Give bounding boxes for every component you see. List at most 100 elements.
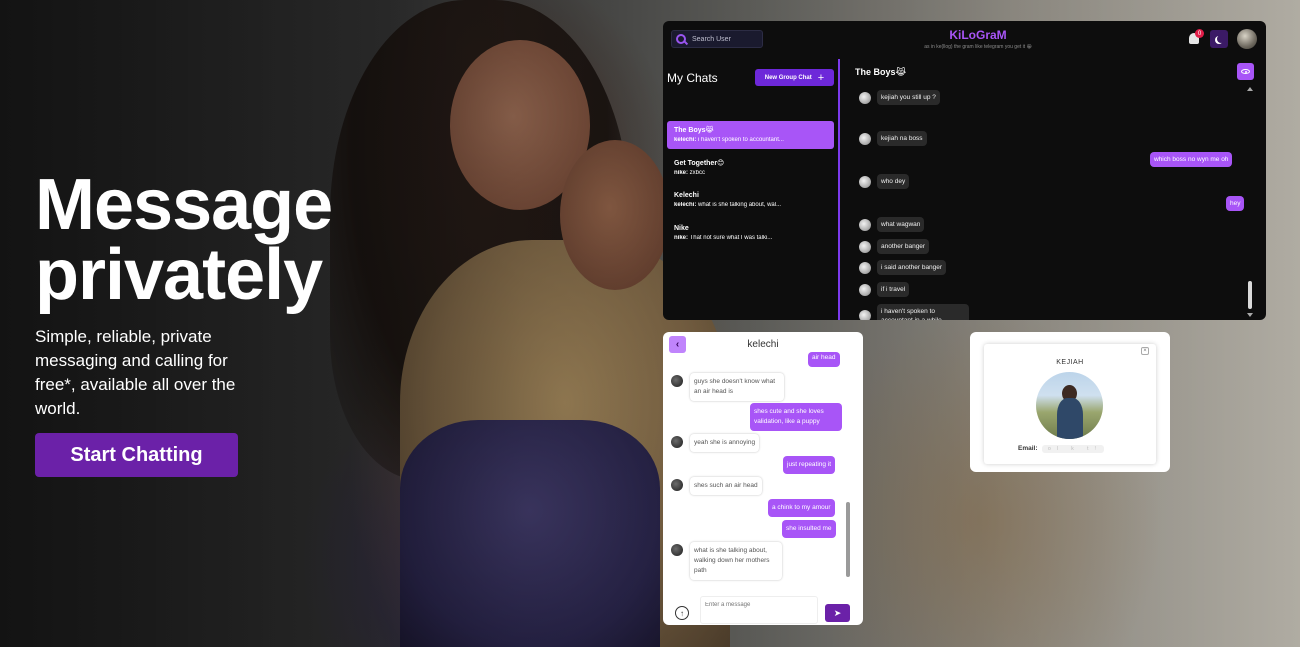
message-bubble: kejiah you still up ? [859, 90, 940, 105]
message-text: i haven't spoken to accountant in a whil… [877, 304, 969, 320]
profile-avatar [1036, 372, 1103, 439]
chat-item-last-message: nike: zxbcc [674, 170, 827, 176]
avatar [859, 218, 871, 231]
message-text: shes cute and she loves validation, like… [750, 403, 842, 431]
chat-item-sender: kelechi: [674, 137, 697, 143]
message-text: what is she talking about, walking down … [690, 542, 782, 580]
chat-item-name: Get Together😊 [674, 160, 725, 167]
message-bubble: what is she talking about, walking down … [671, 542, 782, 580]
message-bubble: another banger [859, 239, 930, 254]
brand: KiLoGraM as in ke(llog) the gram like te… [893, 28, 1063, 50]
message-bubble: i said another banger [859, 260, 947, 275]
message-bubble: kejiah na boss [859, 131, 927, 146]
message-text: shes such an air head [690, 477, 762, 495]
message-text: if i travel [877, 282, 910, 297]
message-text: i said another banger [877, 260, 947, 275]
message-bubble: just repeating it [783, 456, 836, 474]
message-text: kejiah na boss [877, 131, 927, 146]
message-text: hey [1226, 196, 1245, 211]
avatar [671, 544, 683, 556]
pane-divider [838, 59, 840, 320]
chat-item-the-boys[interactable]: The Boys😹 kelechi: i haven't spoken to a… [667, 121, 834, 149]
notification-badge: 0 [1195, 29, 1204, 38]
avatar [859, 283, 871, 296]
chat-item-sender: kelechi: [674, 202, 697, 208]
chat-item-preview: what is she talking about, wal... [696, 202, 782, 208]
avatar [671, 375, 683, 387]
message-bubble: hey [1226, 196, 1245, 211]
message-text: guys she doesn't know what an air head i… [690, 373, 784, 401]
new-group-chat-button[interactable]: New Group Chat + [755, 69, 834, 86]
avatar[interactable] [1237, 29, 1257, 49]
hero-title-line2: privately [35, 235, 323, 315]
brand-name: KiLoGraM [949, 28, 1007, 42]
message-bubble: a chink to my amour [768, 499, 835, 517]
chat-item-last-message: kelechi: i haven't spoken to accountant.… [674, 137, 827, 143]
message-bubble: guys she doesn't know what an air head i… [671, 373, 784, 401]
message-bubble: yeah she is annoying [671, 434, 760, 452]
send-icon[interactable]: ➤ [825, 604, 850, 622]
message-bubble: if i travel [859, 282, 910, 297]
start-chatting-button[interactable]: Start Chatting [35, 433, 238, 477]
app-header: Search User KiLoGraM as in ke(llog) the … [663, 21, 1266, 59]
message-text: which boss no wyn me oh [1150, 152, 1233, 167]
message-input[interactable] [700, 596, 818, 624]
profile-modal: × KEJIAH Email: ol k t! [984, 344, 1156, 464]
scroll-down-icon [1247, 313, 1253, 317]
mobile-chat-preview: kelechi ‹ air head guys she doesn't know… [663, 332, 863, 625]
hero-title-line1: Message [35, 165, 333, 245]
profile-name: KEJIAH [1056, 359, 1084, 366]
message-bubble: she insulted me [782, 520, 836, 538]
message-text: kejiah you still up ? [877, 90, 940, 105]
message-composer: ↑ ➤ [663, 594, 863, 625]
scrollbar-thumb[interactable] [1248, 281, 1252, 309]
hero-title: Message privately [35, 165, 333, 315]
room-title: The Boys😹 [855, 67, 907, 77]
avatar [859, 261, 871, 274]
scroll-up-icon [1247, 87, 1253, 91]
close-icon[interactable]: × [1141, 347, 1149, 355]
message-text: she insulted me [782, 520, 836, 538]
search-user-input[interactable]: Search User [671, 30, 763, 48]
avatar [859, 240, 871, 253]
back-arrow-icon[interactable]: ‹ [669, 336, 686, 353]
avatar [671, 479, 683, 491]
avatar [859, 310, 871, 320]
chat-item-preview: zxbcc [688, 170, 706, 176]
avatar [671, 436, 683, 448]
chat-item-sender: nike: [674, 235, 689, 241]
mobile-messages-scrollbar[interactable] [846, 357, 850, 582]
scrollbar-thumb[interactable] [846, 502, 850, 577]
message-text: another banger [877, 239, 930, 254]
desktop-app-preview: Search User KiLoGraM as in ke(llog) the … [663, 21, 1266, 320]
chat-item-name: The Boys😹 [674, 127, 714, 134]
chat-item-get-together[interactable]: Get Together😊 nike: zxbcc [667, 154, 834, 182]
profile-card-preview: × KEJIAH Email: ol k t! [970, 332, 1170, 472]
chat-item-kelechi[interactable]: Kelechi kelechi: what is she talking abo… [667, 187, 834, 215]
search-placeholder: Search User [692, 35, 731, 43]
dark-mode-toggle[interactable] [1210, 30, 1228, 48]
chat-list-pane: My Chats New Group Chat + The Boys😹 kele… [663, 59, 839, 320]
avatar [859, 175, 871, 188]
profile-email-value: ol k t! [1042, 445, 1104, 453]
eye-icon [1241, 69, 1250, 74]
avatar [859, 132, 871, 145]
plus-icon: + [817, 71, 825, 84]
message-text: air head [808, 352, 840, 367]
message-bubble: shes cute and she loves validation, like… [750, 403, 842, 431]
message-bubble: which boss no wyn me oh [1150, 152, 1233, 167]
chat-item-sender: nike: [674, 170, 689, 176]
view-profile-button[interactable] [1237, 63, 1254, 80]
message-bubble: what wagwan [859, 217, 925, 232]
chat-item-preview: That not sure what I was talki... [688, 235, 773, 241]
messages-scrollbar[interactable] [1247, 87, 1253, 317]
upload-icon[interactable]: ↑ [675, 606, 689, 620]
message-text: yeah she is annoying [690, 434, 760, 452]
moon-icon [1217, 35, 1225, 43]
message-bubble: shes such an air head [671, 477, 762, 495]
chat-item-nike[interactable]: Nike nike: That not sure what I was talk… [667, 220, 834, 248]
chat-item-last-message: nike: That not sure what I was talki... [674, 235, 827, 241]
chat-item-last-message: kelechi: what is she talking about, wal.… [674, 202, 827, 208]
mobile-chat-title: kelechi [747, 339, 779, 350]
message-text: just repeating it [783, 456, 836, 474]
